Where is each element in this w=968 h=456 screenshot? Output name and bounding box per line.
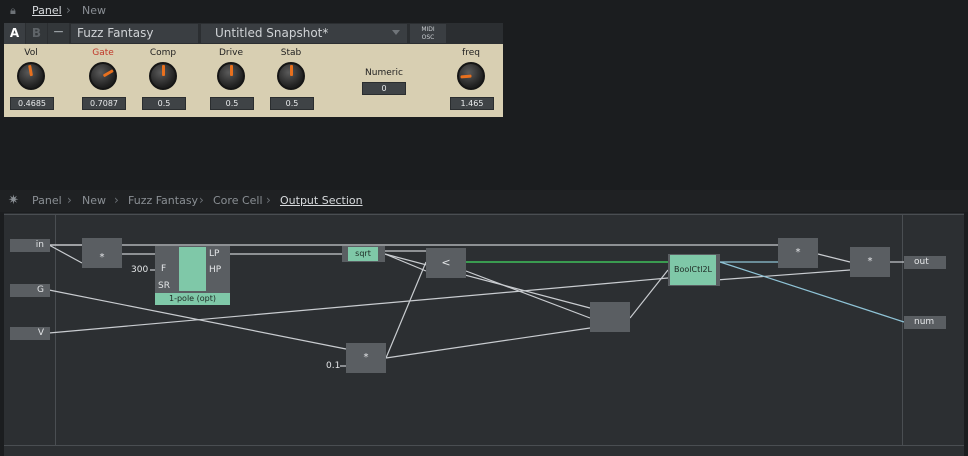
wire (385, 327, 591, 359)
multiply-module[interactable]: * (850, 247, 890, 277)
filter-freq-constant[interactable]: 300 (131, 265, 148, 275)
output-port-num[interactable]: num (904, 316, 946, 329)
boolctl-label: BoolCtl2L (670, 255, 716, 285)
input-port-in[interactable]: in (10, 239, 50, 252)
wires-layer (48, 244, 905, 367)
selector-module[interactable] (590, 302, 630, 332)
multiply-module[interactable]: * (82, 238, 122, 268)
constant-value[interactable]: 0.1 (326, 361, 340, 371)
output-port-out[interactable]: out (904, 256, 946, 269)
wire (384, 253, 427, 272)
filter-output-hp[interactable]: HP (209, 265, 221, 275)
filter-input-f[interactable]: F (161, 264, 166, 274)
wire (715, 269, 851, 281)
wire (817, 253, 851, 263)
filter-output-lp[interactable]: LP (209, 249, 219, 259)
wire (629, 269, 669, 319)
filter-name-label: 1-pole (opt) (155, 293, 230, 305)
filter-input-sr[interactable]: SR (158, 281, 170, 291)
sqrt-label: sqrt (348, 247, 378, 261)
wire (385, 261, 427, 359)
multiply-module[interactable]: * (346, 343, 386, 373)
wire (48, 244, 83, 264)
input-port-g[interactable]: G (10, 284, 50, 297)
wire (48, 277, 669, 334)
input-port-v[interactable]: V (10, 327, 50, 340)
multiply-module[interactable]: * (778, 238, 818, 268)
compare-module[interactable]: < (426, 248, 466, 278)
filter-graph-icon (179, 247, 206, 291)
